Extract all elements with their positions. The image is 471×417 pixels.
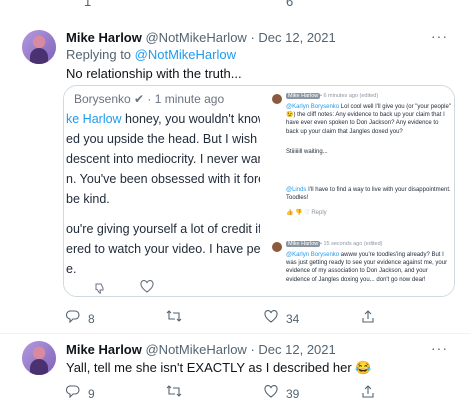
share-button[interactable] <box>362 310 374 326</box>
replying-to-handle[interactable]: @NotMikeHarlow <box>135 47 236 62</box>
author-handle[interactable]: @NotMikeHarlow <box>145 342 246 357</box>
screenshot-left[interactable]: Borysenko ✔ · 1 minute ago ke Harlow hon… <box>64 86 260 296</box>
retweet-icon <box>166 310 182 325</box>
more-options-icon[interactable]: ··· <box>431 28 448 44</box>
comment-line: e. <box>66 262 77 276</box>
avatar[interactable] <box>22 30 56 64</box>
avatar[interactable] <box>22 341 56 375</box>
comment-text: @Linds I'll have to find a way to live w… <box>286 187 451 202</box>
comment-text: @Karlyn Borysenko Lol cool well I'll giv… <box>286 104 451 135</box>
like-button[interactable]: 39 <box>264 385 299 401</box>
comment-line: descent into mediocrity. I never wan <box>66 152 260 166</box>
author-tag: Mike Harlow <box>286 241 321 247</box>
heart-icon <box>264 385 278 401</box>
embedded-comment: Mike Harlow • 6 minutes ago (edited) @Ka… <box>272 92 452 172</box>
author-name[interactable]: Mike Harlow <box>66 342 142 357</box>
reply-icon <box>65 310 80 326</box>
previous-tweet-actions: 1 6 <box>0 0 471 10</box>
tweet-actions: 8 34 <box>65 310 456 326</box>
author-tag: Mike Harlow <box>286 93 321 99</box>
share-icon <box>362 310 374 326</box>
like-count: 34 <box>286 312 300 326</box>
tweet-text: No relationship with the truth... <box>66 66 242 81</box>
tweet-date[interactable]: Dec 12, 2021 <box>258 30 335 45</box>
screenshot-right[interactable]: Mike Harlow • 6 minutes ago (edited) @Ka… <box>262 86 454 296</box>
comment-time: • 15 seconds ago (edited) <box>320 241 383 247</box>
reply-icon <box>65 385 80 401</box>
tweet[interactable]: Mike Harlow @NotMikeHarlow · Dec 12, 202… <box>0 14 471 334</box>
reply-count: 8 <box>88 312 95 326</box>
separator-dot: · <box>250 342 255 357</box>
avatar <box>272 242 282 252</box>
share-button[interactable] <box>362 385 374 401</box>
tweet-text: Yall, tell me she isn't EXACTLY as I des… <box>66 360 372 375</box>
comment-meta: Borysenko ✔ · 1 minute ago <box>74 92 225 106</box>
comment-time: • 6 minutes ago (edited) <box>320 93 379 99</box>
comment-action-row: 👍 👎 ♡ Reply <box>286 210 327 216</box>
like-count: 39 <box>286 387 300 401</box>
author-handle[interactable]: @NotMikeHarlow <box>145 30 246 45</box>
author-name[interactable]: Mike Harlow <box>66 30 142 45</box>
reply-button[interactable]: 9 <box>65 385 95 401</box>
share-icon <box>362 385 374 401</box>
tweet-date[interactable]: Dec 12, 2021 <box>258 342 335 357</box>
comment-actions: 👍 👎 ♡ Reply <box>272 209 452 219</box>
comment-line: be kind. <box>66 192 110 206</box>
tweet-actions: 9 39 <box>65 385 456 401</box>
separator-dot: · <box>250 30 255 45</box>
heart-icon <box>140 280 154 296</box>
heart-icon <box>264 310 278 326</box>
avatar <box>272 94 282 104</box>
comment-line: ke Harlow honey, you wouldn't know <box>66 112 260 126</box>
replying-to: Replying to @NotMikeHarlow <box>66 47 236 62</box>
reply-count: 9 <box>88 387 95 401</box>
comment-line: ou're giving yourself a lot of credit if <box>66 222 260 236</box>
comment-line: ed you upside the head. But I wish y <box>66 132 260 146</box>
previous-like-count: 6 <box>286 0 294 9</box>
retweet-icon <box>166 385 182 400</box>
comment-text-2: Stiiiiiill waiting... <box>286 149 328 155</box>
more-options-icon[interactable]: ··· <box>431 340 448 356</box>
previous-reply-count: 1 <box>84 0 92 9</box>
comment-text: @Karlyn Borysenko awww you're toodles'in… <box>286 252 448 283</box>
thumbs-down-icon <box>94 282 106 296</box>
reply-button[interactable]: 8 <box>65 310 95 326</box>
retweet-button[interactable] <box>166 385 190 400</box>
comment-line: ered to watch your video. I have peo <box>66 242 260 256</box>
tweet[interactable]: Mike Harlow @NotMikeHarlow · Dec 12, 202… <box>0 334 471 417</box>
tweet-media[interactable]: Borysenko ✔ · 1 minute ago ke Harlow hon… <box>63 85 455 297</box>
retweet-button[interactable] <box>166 310 190 325</box>
like-button[interactable]: 34 <box>264 310 299 326</box>
embedded-comment: Mike Harlow • 15 seconds ago (edited) @K… <box>272 240 452 296</box>
comment-line: n. You've been obsessed with it fore <box>66 172 260 186</box>
replying-to-label: Replying to <box>66 47 135 62</box>
